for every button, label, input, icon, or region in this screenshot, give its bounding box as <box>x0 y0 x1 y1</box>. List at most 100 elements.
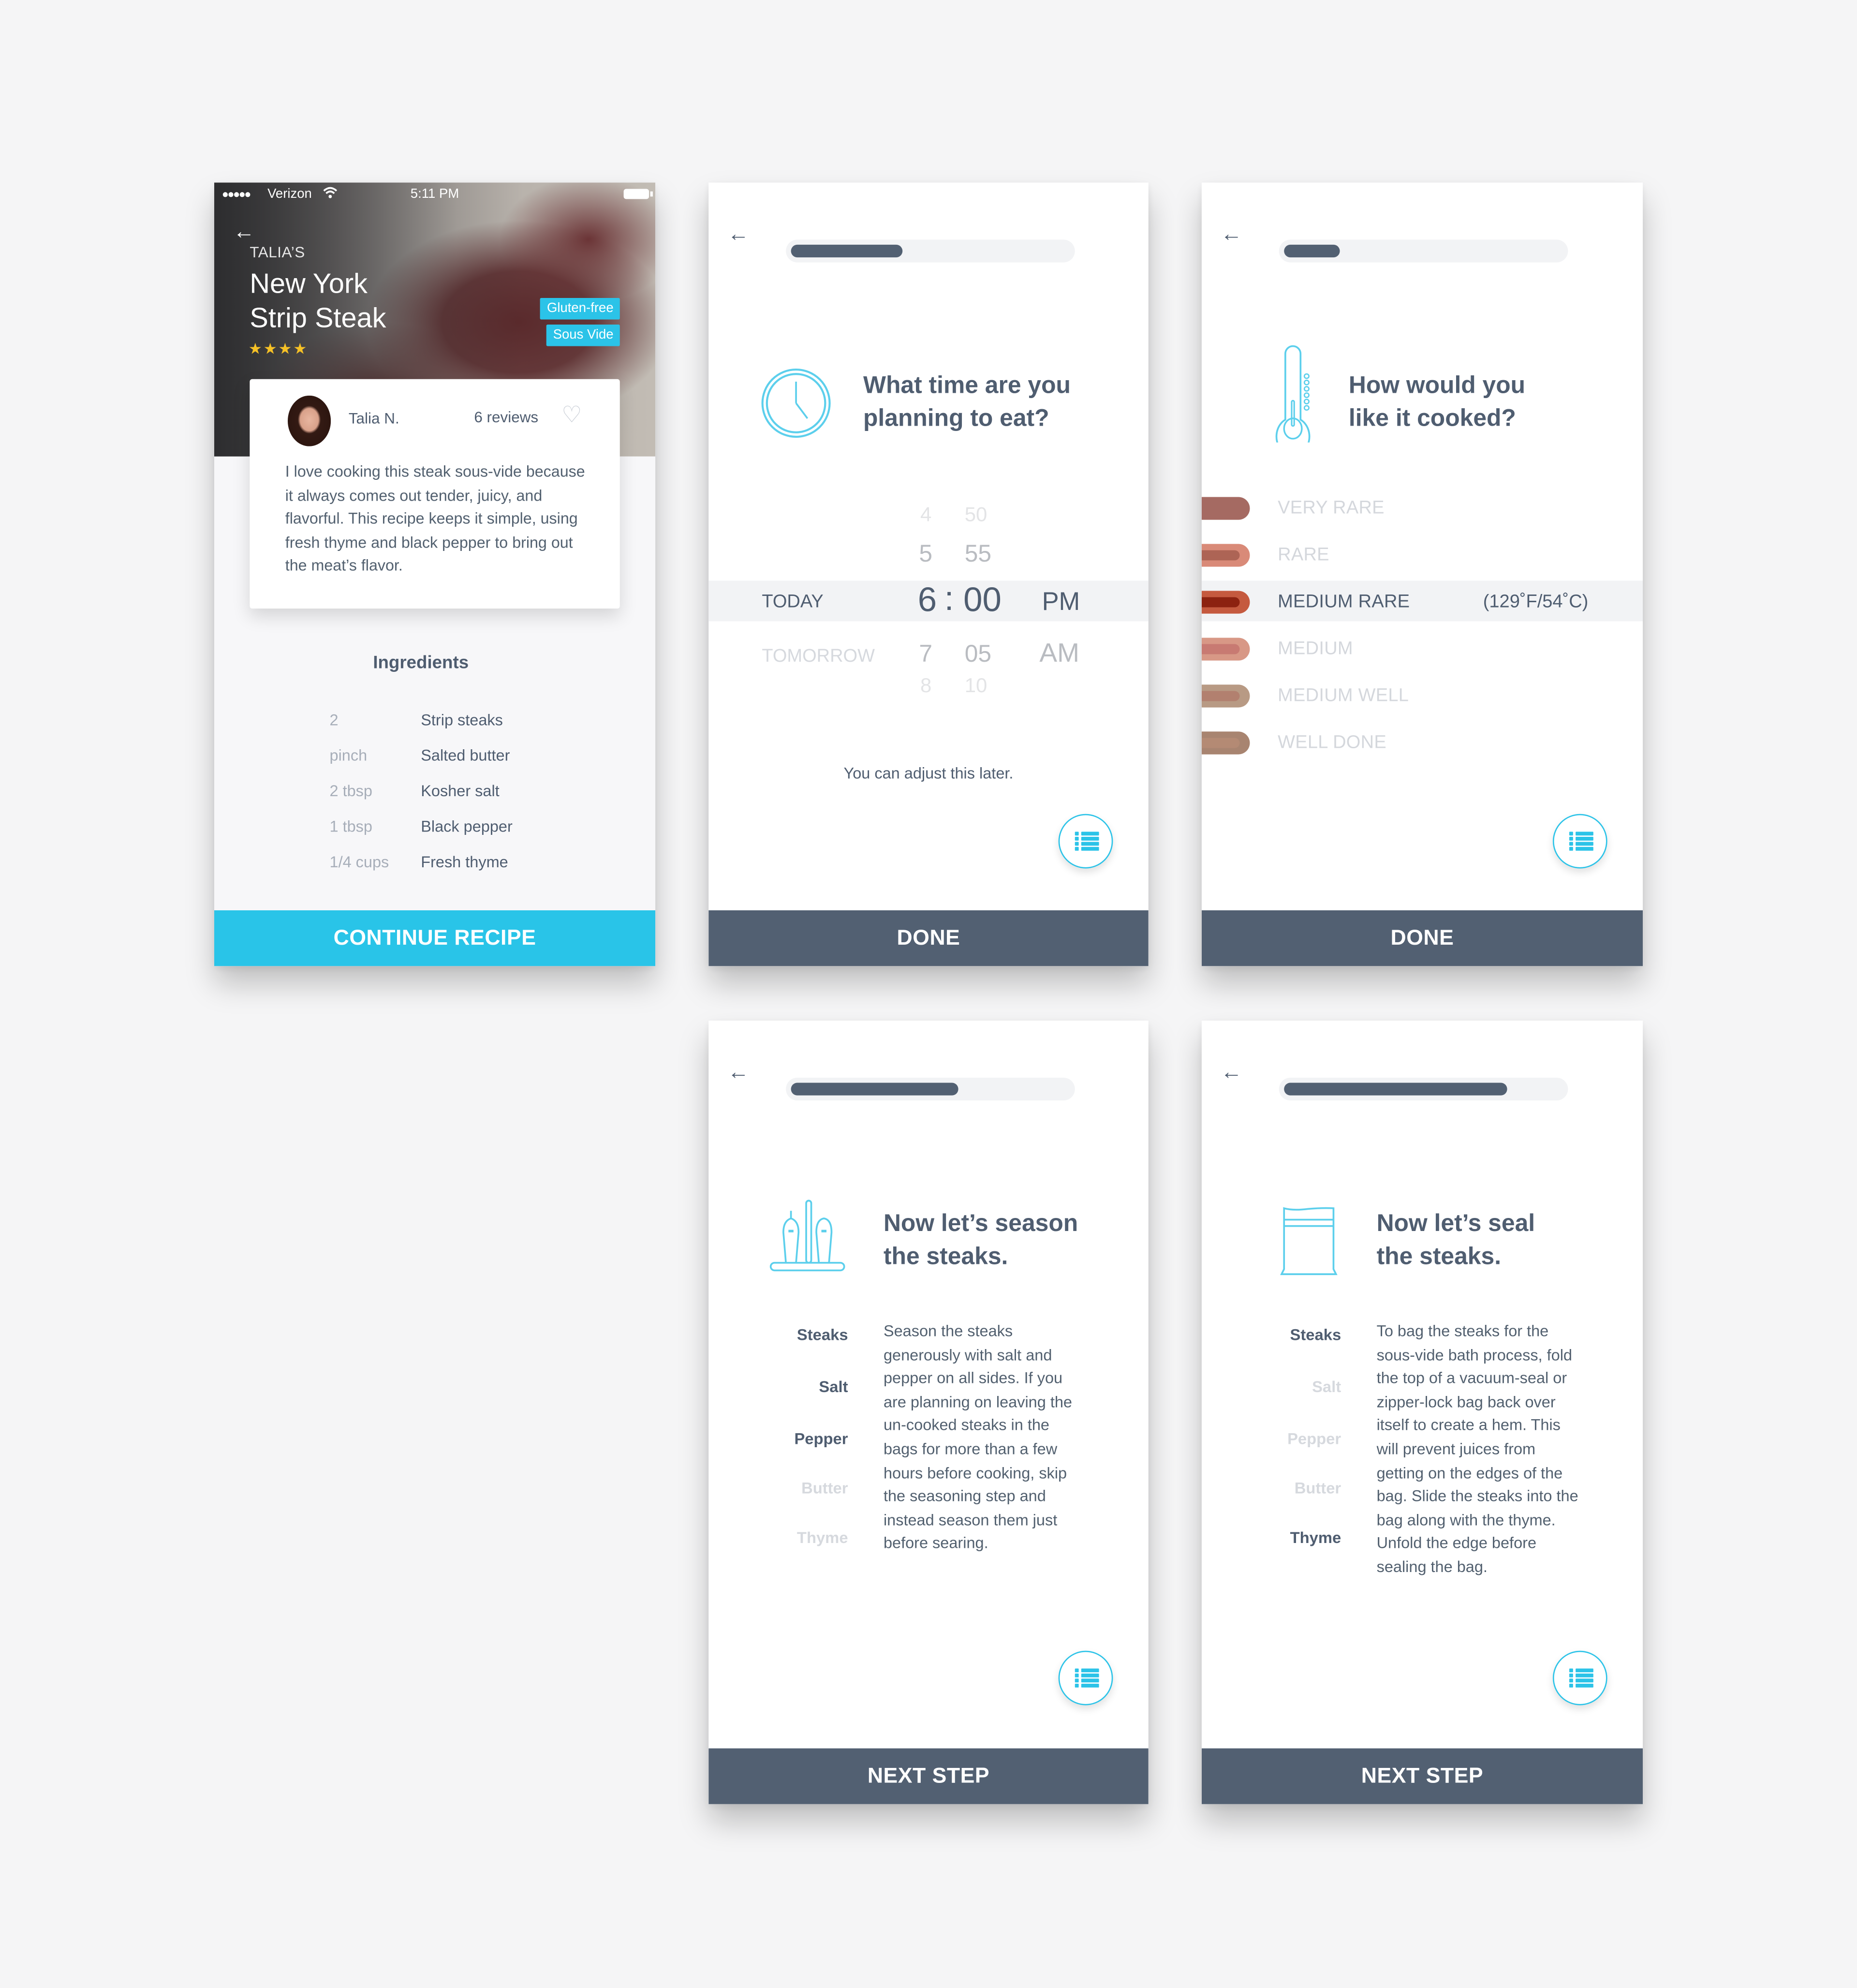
progress-bar <box>786 239 1075 263</box>
ingredients-heading: Ingredients <box>373 652 469 672</box>
step-heading-line2: the steaks. <box>1376 1244 1502 1271</box>
doneness-swatch-core <box>1201 691 1240 701</box>
avatar[interactable] <box>288 395 331 446</box>
ingredient-qty: 2 <box>329 711 339 729</box>
step-ingredient-inactive: Thyme <box>796 1529 848 1547</box>
progress-fill <box>791 1083 958 1096</box>
ingredient-name: Black pepper <box>421 817 513 836</box>
time-picker-screen: ← What time are you planning to eat? 4 5… <box>708 182 1149 966</box>
ingredient-qty: 1 tbsp <box>329 817 373 836</box>
time-question-line1: What time are you <box>863 372 1071 400</box>
back-arrow-icon[interactable]: ← <box>1221 223 1242 245</box>
hour-option[interactable]: 4 <box>920 504 931 527</box>
doneness-swatch-core <box>1201 738 1240 748</box>
done-button[interactable]: DONE <box>1201 910 1643 966</box>
doneness-option[interactable]: RARE <box>1278 545 1329 565</box>
day-option[interactable]: TOMORROW <box>762 647 875 667</box>
hour-option[interactable]: 7 <box>919 641 932 669</box>
step-ingredient-inactive: Salt <box>1312 1378 1341 1396</box>
recipe-title-line2: Strip Steak <box>250 301 386 334</box>
doneness-swatch[interactable] <box>1201 591 1250 614</box>
doneness-temperature: (129˚F/54˚C) <box>1483 592 1589 613</box>
doneness-swatch-core <box>1201 644 1240 654</box>
design-board: ●●●●● Verizon 5:11 PM ← TALIA’S New York… <box>0 0 1857 1988</box>
doneness-swatch[interactable] <box>1201 638 1250 661</box>
doneness-swatch-core <box>1201 503 1240 514</box>
review-card: Talia N. 6 reviews ♡ I love cooking this… <box>250 379 620 609</box>
step-instructions: Season the steaks generously with salt a… <box>883 1322 1073 1553</box>
seal-step-screen: ← Now let’s seal the steaks. Steaks Salt… <box>1201 1021 1643 1804</box>
day-selected[interactable]: TODAY <box>762 592 823 612</box>
minute-option[interactable]: 05 <box>965 641 991 669</box>
minute-selected[interactable]: 00 <box>963 580 1002 620</box>
period-selected[interactable]: PM <box>1042 588 1080 617</box>
doneness-swatch[interactable] <box>1201 731 1250 755</box>
progress-fill <box>1284 1083 1507 1096</box>
step-ingredient-inactive: Pepper <box>1287 1430 1341 1448</box>
ingredient-qty: 2 tbsp <box>329 782 373 800</box>
back-arrow-icon[interactable]: ← <box>1221 1061 1242 1083</box>
ingredient-name: Strip steaks <box>421 711 503 729</box>
ingredients-list-button[interactable] <box>1552 814 1607 869</box>
salt-pepper-shakers-icon <box>769 1200 845 1272</box>
doneness-swatch[interactable] <box>1201 497 1250 520</box>
doneness-swatch[interactable] <box>1201 544 1250 567</box>
review-author[interactable]: Talia N. <box>349 410 399 428</box>
back-arrow-icon[interactable]: ← <box>728 1061 750 1083</box>
minute-option[interactable]: 50 <box>965 504 987 527</box>
review-count[interactable]: 6 reviews <box>474 408 538 426</box>
minute-option[interactable]: 10 <box>965 676 987 698</box>
ingredients-list-button[interactable] <box>1058 814 1113 869</box>
tag-sous-vide[interactable]: Sous Vide <box>546 325 620 346</box>
recipe-title: New York Strip Steak <box>250 266 386 335</box>
doneness-swatch[interactable] <box>1201 684 1250 708</box>
step-instructions: To bag the steaks for the sous-vide bath… <box>1376 1322 1578 1576</box>
list-icon <box>1075 1668 1099 1689</box>
clock-icon <box>761 368 831 438</box>
ingredient-row: 1 tbsp Black pepper <box>214 818 655 838</box>
hour-selected[interactable]: 6 <box>918 580 937 620</box>
ingredient-name: Salted butter <box>421 746 510 765</box>
step-heading-line1: Now let’s season <box>883 1211 1078 1238</box>
battery-full-icon <box>623 189 653 199</box>
doneness-question: How would you like it cooked? <box>1349 370 1525 436</box>
continue-recipe-button[interactable]: CONTINUE RECIPE <box>214 910 656 966</box>
vacuum-bag-icon <box>1280 1207 1338 1276</box>
ingredient-row: 2 Strip steaks <box>214 711 655 731</box>
ingredient-row: 2 tbsp Kosher salt <box>214 782 655 802</box>
step-ingredient-inactive: Butter <box>801 1479 848 1498</box>
doneness-option[interactable]: MEDIUM <box>1278 639 1353 659</box>
doneness-option-selected[interactable]: MEDIUM RARE <box>1278 592 1410 612</box>
back-arrow-icon[interactable]: ← <box>728 223 750 245</box>
ingredients-list-button[interactable] <box>1058 1650 1113 1706</box>
hour-option[interactable]: 8 <box>920 676 931 698</box>
minute-option[interactable]: 55 <box>965 541 991 569</box>
step-ingredient: Thyme <box>1290 1529 1341 1547</box>
step-ingredient: Steaks <box>796 1326 848 1344</box>
doneness-option[interactable]: VERY RARE <box>1278 498 1385 519</box>
period-option[interactable]: AM <box>1039 639 1079 669</box>
ingredients-list-button[interactable] <box>1552 1650 1607 1706</box>
season-step-screen: ← Now let’s season the steaks. Steaks Sa… <box>708 1021 1149 1804</box>
status-time: 5:11 PM <box>410 186 459 202</box>
progress-bar <box>1279 239 1568 263</box>
done-button[interactable]: DONE <box>708 910 1149 966</box>
recipe-title-line1: New York <box>250 267 368 299</box>
star-rating: ★★★★ <box>248 340 309 358</box>
tag-gluten-free[interactable]: Gluten-free <box>540 297 620 320</box>
doneness-question-line1: How would you <box>1348 372 1526 400</box>
recipe-detail-screen: ●●●●● Verizon 5:11 PM ← TALIA’S New York… <box>214 182 656 966</box>
time-question-line2: planning to eat? <box>863 405 1049 432</box>
doneness-option[interactable]: WELL DONE <box>1278 733 1386 753</box>
heart-icon[interactable]: ♡ <box>561 402 582 429</box>
hour-option[interactable]: 5 <box>919 541 932 569</box>
next-step-button[interactable]: NEXT STEP <box>708 1748 1149 1804</box>
back-arrow-icon[interactable]: ← <box>233 221 255 242</box>
ingredient-name: Kosher salt <box>421 782 500 800</box>
doneness-option[interactable]: MEDIUM WELL <box>1278 686 1409 706</box>
list-icon <box>1075 831 1099 852</box>
progress-bar <box>786 1077 1075 1101</box>
progress-bar <box>1279 1077 1568 1101</box>
step-ingredient: Salt <box>819 1378 848 1396</box>
next-step-button[interactable]: NEXT STEP <box>1201 1748 1643 1804</box>
